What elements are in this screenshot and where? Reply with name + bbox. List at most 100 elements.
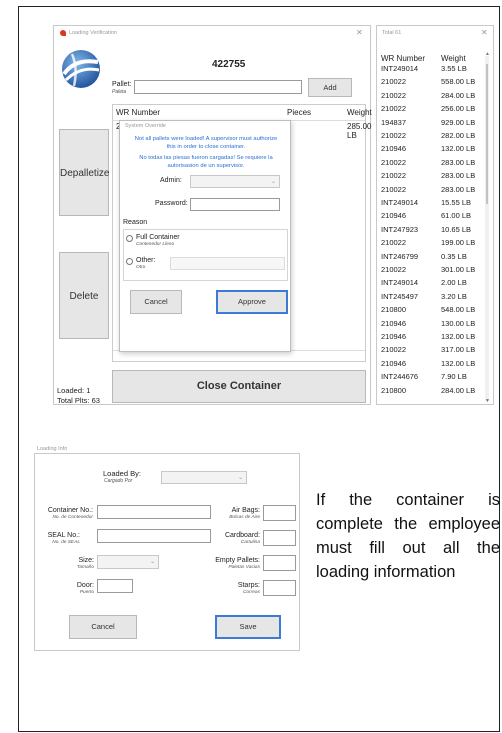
totals-window: Total 61 ✕ WR Number Weight INT249014 3.5…	[376, 25, 494, 405]
col-pieces: Pieces	[287, 108, 312, 117]
other-radio[interactable]	[126, 258, 133, 265]
totals-row[interactable]: 210022 283.00 LB	[381, 185, 481, 196]
totals-row-wr: INT245497	[381, 291, 419, 301]
totals-row[interactable]: 210022 283.00 LB	[381, 171, 481, 182]
totals-row-weight: 548.00 LB	[441, 305, 476, 315]
totals-row-weight: 284.00 LB	[441, 385, 476, 395]
loaded-by-select[interactable]: ⌄	[161, 471, 247, 484]
totals-row[interactable]: 210022 284.00 LB	[381, 91, 481, 102]
totals-row-wr: 210022	[381, 171, 407, 181]
totals-row[interactable]: INT249014 2.00 LB	[381, 278, 481, 289]
totals-row[interactable]: 210946 132.00 LB	[381, 359, 481, 370]
totals-row[interactable]: 210022 317.00 LB	[381, 345, 481, 356]
totals-scrollbar-thumb[interactable]	[486, 64, 488, 204]
starps-sublabel: Correas	[242, 590, 260, 595]
size-select[interactable]: ⌄	[97, 555, 159, 569]
totals-col-weight: Weight	[441, 54, 466, 63]
starps-input[interactable]	[263, 580, 296, 596]
totals-row[interactable]: 210800 548.00 LB	[381, 305, 481, 316]
totals-row-weight: 15.55 LB	[441, 198, 472, 207]
totals-row[interactable]: INT246799 0.35 LB	[381, 252, 481, 263]
other-reason-input[interactable]	[170, 257, 285, 270]
totals-row-weight: 256.00 LB	[441, 104, 476, 114]
totals-row-weight: 283.00 LB	[441, 157, 476, 167]
other-label: Other:	[136, 257, 156, 264]
totals-row-wr: 194837	[381, 117, 407, 127]
scroll-up-icon[interactable]: ▲	[485, 51, 490, 57]
admin-select[interactable]: ⌄	[190, 175, 280, 188]
totals-close-icon[interactable]: ✕	[481, 28, 488, 37]
air-bags-label: Air Bags:	[231, 507, 260, 514]
totals-row-weight: 132.00 LB	[441, 332, 476, 341]
totals-row-weight: 283.00 LB	[441, 184, 476, 194]
container-no-input[interactable]	[97, 505, 211, 519]
totals-row-weight: 0.35 LB	[441, 251, 467, 261]
door-input[interactable]	[97, 579, 133, 593]
totals-row[interactable]: 210022 282.00 LB	[381, 131, 481, 142]
totals-row-wr: INT246799	[381, 251, 419, 261]
pallet-label: Pallet:	[112, 81, 132, 88]
full-container-label: Full Container	[136, 234, 180, 241]
add-button[interactable]: Add	[308, 78, 352, 97]
totals-row-weight: 929.00 LB	[441, 117, 476, 127]
totals-row[interactable]: INT249014 15.55 LB	[381, 198, 481, 209]
loaded-by-sublabel: Cargado Por	[104, 478, 133, 484]
totals-row[interactable]: INT244676 7.90 LB	[381, 372, 481, 383]
totals-row-weight: 301.00 LB	[441, 265, 476, 274]
air-bags-sublabel: Bolsas de Aire	[229, 515, 260, 520]
loading-info-window: Loading Info Loaded By: Cargado Por ⌄ Co…	[34, 446, 300, 651]
totals-scrollbar[interactable]	[485, 56, 489, 401]
admin-label: Admin:	[160, 177, 182, 184]
cardboard-input[interactable]	[263, 530, 296, 546]
totals-row-wr: INT249014	[381, 278, 419, 288]
close-icon[interactable]: ✕	[356, 28, 363, 37]
close-container-button[interactable]: Close Container	[112, 370, 366, 403]
loading-info-title: Loading Info	[37, 446, 68, 452]
totals-row[interactable]: 194837 929.00 LB	[381, 118, 481, 129]
delete-button[interactable]: Delete	[59, 252, 109, 339]
reason-label: Reason	[123, 219, 148, 226]
chevron-down-icon: ⌄	[237, 475, 243, 481]
dialog-title: System Override	[125, 123, 166, 129]
container-number: 422755	[212, 59, 246, 70]
totals-row[interactable]: 210946 132.00 LB	[381, 332, 481, 343]
approve-button[interactable]: Approve	[216, 290, 288, 314]
depalletize-button[interactable]: Depalletize	[59, 129, 109, 216]
full-container-radio[interactable]	[126, 235, 133, 242]
totals-row[interactable]: INT245497 3.20 LB	[381, 292, 481, 303]
size-label: Size:	[78, 557, 94, 564]
totals-row[interactable]: 210022 256.00 LB	[381, 104, 481, 115]
grid-row-weight[interactable]: 285.00 LB	[347, 122, 371, 140]
scroll-down-icon[interactable]: ▼	[485, 398, 490, 404]
totals-row-wr: 210946	[381, 358, 407, 368]
totals-row[interactable]: 210946 61.00 LB	[381, 211, 481, 222]
loading-info-cancel-button[interactable]: Cancel	[69, 615, 137, 639]
save-button[interactable]: Save	[215, 615, 281, 639]
totals-row-wr: INT249014	[381, 198, 419, 207]
totals-row[interactable]: 210022 199.00 LB	[381, 238, 481, 249]
other-sublabel: Otro	[136, 265, 146, 270]
password-input[interactable]	[190, 198, 280, 211]
totals-row[interactable]: 210800 284.00 LB	[381, 386, 481, 397]
totals-row[interactable]: INT249014 3.55 LB	[381, 64, 481, 75]
totals-row-weight: 61.00 LB	[441, 211, 472, 221]
system-override-dialog: System Override Not all pallets were loa…	[119, 120, 291, 352]
totals-row-wr: INT244676	[381, 372, 419, 382]
empty-pallets-sublabel: Paletas Vacias	[228, 565, 260, 570]
empty-pallets-input[interactable]	[263, 555, 296, 571]
totals-row[interactable]: 210022 283.00 LB	[381, 158, 481, 169]
totals-row[interactable]: 210946 130.00 LB	[381, 319, 481, 330]
override-message-en: Not all pallets were loaded! A superviso…	[134, 136, 278, 150]
window-title: Loading Verification	[69, 30, 118, 36]
totals-row[interactable]: INT247923 10.65 LB	[381, 225, 481, 236]
pallet-input[interactable]	[134, 80, 302, 94]
empty-pallets-label: Empty Pallets:	[215, 557, 260, 564]
totals-row[interactable]: 210946 132.00 LB	[381, 144, 481, 155]
totals-row-weight: 283.00 LB	[441, 171, 476, 181]
seal-no-input[interactable]	[97, 529, 211, 543]
air-bags-input[interactable]	[263, 505, 296, 521]
totals-row[interactable]: 210022 301.00 LB	[381, 265, 481, 276]
override-cancel-button[interactable]: Cancel	[130, 290, 182, 314]
totals-row[interactable]: 210022 558.00 LB	[381, 77, 481, 88]
loading-verification-window: Loading Verification ✕ 422755 Pallet: Pa…	[53, 25, 372, 405]
